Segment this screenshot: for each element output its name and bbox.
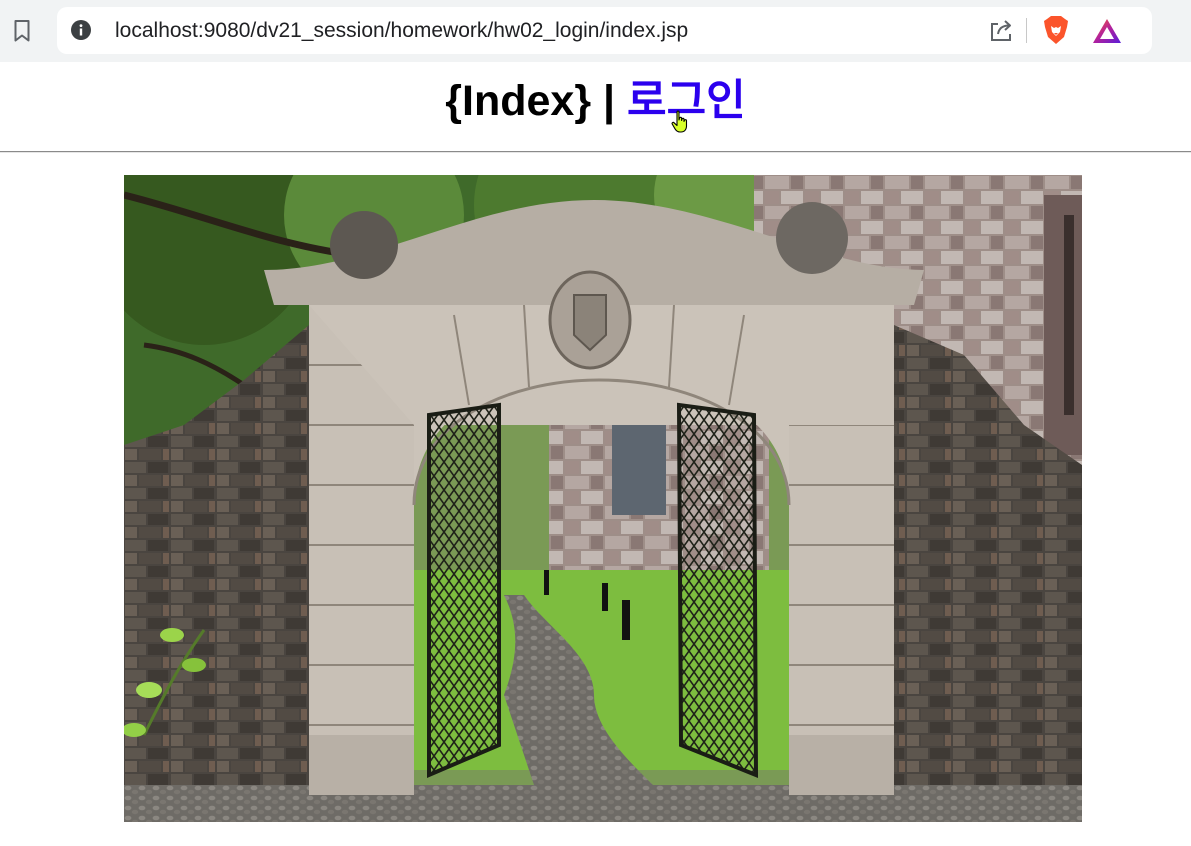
rewards-triangle-icon[interactable]: [1092, 18, 1122, 44]
page-heading: {Index} | 로그인: [0, 70, 1191, 132]
brave-lion-icon[interactable]: [1042, 15, 1070, 45]
title-separator: |: [591, 77, 628, 125]
omnibox-divider: [1026, 18, 1027, 43]
bookmark-button[interactable]: [8, 17, 36, 45]
index-title: {Index}: [445, 77, 592, 125]
address-bar[interactable]: localhost:9080/dv21_session/homework/hw0…: [57, 7, 1152, 54]
url-text[interactable]: localhost:9080/dv21_session/homework/hw0…: [115, 19, 688, 43]
horizontal-rule: [0, 151, 1191, 153]
share-icon[interactable]: [988, 17, 1014, 43]
stone-archway-with-open-iron-gates-photo: [124, 175, 1082, 822]
hand-cursor-icon: [671, 110, 688, 133]
browser-toolbar: localhost:9080/dv21_session/homework/hw0…: [0, 0, 1191, 62]
gate-photo: [124, 175, 1082, 822]
info-icon[interactable]: [71, 20, 91, 40]
bookmark-icon: [14, 20, 30, 42]
